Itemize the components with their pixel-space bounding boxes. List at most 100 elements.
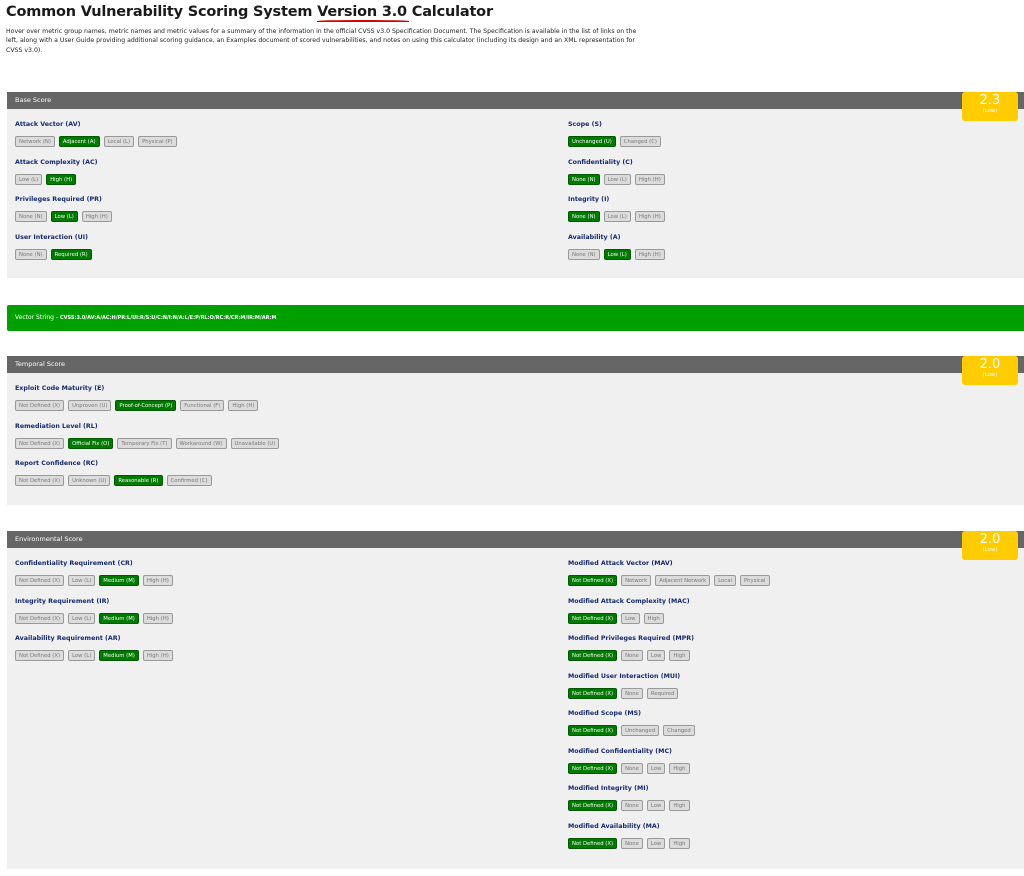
option-button-low[interactable]: Low (L) <box>68 650 96 661</box>
metric-label: Remediation Level (RL) <box>15 422 98 430</box>
option-button-none[interactable]: None <box>621 650 643 661</box>
option-button-unproven[interactable]: Unproven (U) <box>68 400 112 411</box>
option-button-low[interactable]: Low (L) <box>68 575 96 586</box>
option-button-low[interactable]: Low <box>646 837 666 849</box>
option-button-low[interactable]: Low <box>646 650 666 661</box>
option-button-unknown[interactable]: Unknown (U) <box>68 475 111 486</box>
metric-label: Report Confidence (RC) <box>15 460 99 467</box>
base-score-value: 2.3 <box>979 93 1001 108</box>
option-button-local[interactable]: Local <box>714 575 736 586</box>
option-button-high[interactable]: High <box>643 612 664 624</box>
option-button-official-fix[interactable]: Official Fix (O) <box>68 437 114 449</box>
metric-modified-scope: Modified Scope (MS) Not Defined (X) Unchan… <box>568 710 770 748</box>
option-button-none[interactable]: None (N) <box>15 248 47 260</box>
option-button-proof-of-concept[interactable]: Proof-of-Concept (P) <box>115 400 177 411</box>
metric-options: Not Defined (X) Low (L) Medium (M) High (H) <box>15 650 173 661</box>
option-button-low[interactable]: Low (L) <box>50 211 78 222</box>
option-button-high[interactable]: High (H) <box>634 211 665 222</box>
metric-label: Modified Privileges Required (MPR) <box>568 635 695 642</box>
option-button-required[interactable]: Required <box>646 687 679 699</box>
option-button-not-defined[interactable]: Not Defined (X) <box>15 437 65 449</box>
option-button-high[interactable]: High (H) <box>142 612 173 624</box>
environmental-score-header[interactable]: Environmental Score <box>7 531 1024 548</box>
option-button-temporary-fix[interactable]: Temporary Fix (T) <box>117 437 172 449</box>
option-button-workaround[interactable]: Workaround (W) <box>175 437 227 449</box>
option-button-not-defined[interactable]: Not Defined (X) <box>568 687 618 699</box>
option-button-low[interactable]: Low (L) <box>68 612 96 624</box>
temporal-score-section: Temporal Score 2.0 (Low) Exploit Code Ma… <box>7 356 1024 505</box>
option-button-confirmed[interactable]: Confirmed (C) <box>166 475 212 486</box>
option-button-changed[interactable]: Changed <box>663 725 695 736</box>
option-button-network[interactable]: Network (N) <box>15 136 55 147</box>
option-button-high[interactable]: High <box>669 837 690 849</box>
option-button-none[interactable]: None <box>621 762 643 774</box>
option-button-adjacent-network[interactable]: Adjacent Network <box>655 575 711 586</box>
option-button-high[interactable]: High <box>669 800 690 811</box>
option-button-high[interactable]: High (H) <box>228 400 259 411</box>
metric-label: Confidentiality (C) <box>568 158 633 166</box>
option-button-not-defined[interactable]: Not Defined (X) <box>568 575 618 586</box>
option-button-high[interactable]: High <box>669 650 690 661</box>
option-button-functional[interactable]: Functional (F) <box>180 400 225 411</box>
temporal-score-value: 2.0 <box>979 357 1001 372</box>
metric-user-interaction: User Interaction (UI) None (N) Required (R… <box>15 234 177 272</box>
metric-availability-requirement: Availability Requirement (AR) Not Defined… <box>15 635 173 673</box>
metric-label: Integrity (I) <box>568 196 610 203</box>
metric-modified-attack-vector: Modified Attack Vector (MAV) Not Defined … <box>568 560 770 598</box>
option-button-not-defined[interactable]: Not Defined (X) <box>568 725 618 736</box>
option-button-low[interactable]: Low (L) <box>603 248 631 260</box>
option-button-low[interactable]: Low (L) <box>603 211 631 222</box>
option-button-low[interactable]: Low <box>646 800 666 811</box>
option-button-medium[interactable]: Medium (M) <box>99 612 139 624</box>
option-button-changed[interactable]: Changed (C) <box>619 136 661 147</box>
option-button-unchanged[interactable]: Unchanged <box>621 725 660 736</box>
vector-string-value[interactable]: CVSS:3.0/AV:A/AC:H/PR:L/UI:R/S:U/C:N/I:N… <box>60 315 277 321</box>
option-button-high[interactable]: High (H) <box>142 650 173 661</box>
option-button-not-defined[interactable]: Not Defined (X) <box>15 612 65 624</box>
option-button-low[interactable]: Low (L) <box>603 173 631 185</box>
option-button-none[interactable]: None <box>621 800 643 811</box>
option-button-unchanged[interactable]: Unchanged (U) <box>568 136 616 147</box>
option-button-high[interactable]: High (H) <box>634 173 665 185</box>
option-button-not-defined[interactable]: Not Defined (X) <box>568 650 618 661</box>
temporal-score-header[interactable]: Temporal Score <box>7 356 1024 373</box>
option-button-local[interactable]: Local (L) <box>103 136 135 147</box>
option-button-none[interactable]: None (N) <box>568 248 600 260</box>
option-button-network[interactable]: Network <box>621 575 652 586</box>
option-button-not-defined[interactable]: Not Defined (X) <box>568 837 618 849</box>
option-button-none[interactable]: None (N) <box>568 211 600 222</box>
option-button-reasonable[interactable]: Reasonable (R) <box>114 475 163 486</box>
option-button-high[interactable]: High (H) <box>46 173 77 185</box>
option-button-none[interactable]: None <box>621 687 643 699</box>
option-button-physical[interactable]: Physical (P) <box>138 136 177 147</box>
option-button-medium[interactable]: Medium (M) <box>99 650 139 661</box>
option-button-not-defined[interactable]: Not Defined (X) <box>568 612 618 624</box>
base-score-header[interactable]: Base Score <box>7 92 1024 109</box>
option-button-high[interactable]: High <box>669 762 690 774</box>
option-button-not-defined[interactable]: Not Defined (X) <box>15 475 65 486</box>
option-button-low[interactable]: Low (L) <box>15 173 43 185</box>
metric-label: Availability Requirement (AR) <box>15 635 121 642</box>
option-button-high[interactable]: High (H) <box>142 575 173 586</box>
base-score-badge: 2.3 (Low) <box>962 92 1018 121</box>
option-button-none[interactable]: None <box>621 837 643 849</box>
option-button-medium[interactable]: Medium (M) <box>99 575 139 586</box>
option-button-not-defined[interactable]: Not Defined (X) <box>15 400 65 411</box>
environmental-score-badge: 2.0 (Low) <box>962 531 1018 560</box>
option-button-not-defined[interactable]: Not Defined (X) <box>568 762 618 774</box>
metric-options: None (N) Low (L) High (H) <box>15 211 177 222</box>
option-button-required[interactable]: Required (R) <box>50 248 92 260</box>
option-button-not-defined[interactable]: Not Defined (X) <box>15 575 65 586</box>
option-button-adjacent[interactable]: Adjacent (A) <box>58 136 100 147</box>
option-button-high[interactable]: High (H) <box>634 248 665 260</box>
option-button-high[interactable]: High (H) <box>81 211 112 222</box>
option-button-none[interactable]: None (N) <box>568 173 600 185</box>
option-button-low[interactable]: Low <box>621 612 640 624</box>
option-button-low[interactable]: Low <box>646 762 666 774</box>
option-button-not-defined[interactable]: Not Defined (X) <box>568 800 618 811</box>
option-button-unavailable[interactable]: Unavailable (U) <box>230 437 280 449</box>
option-button-none[interactable]: None (N) <box>15 211 47 222</box>
option-button-physical[interactable]: Physical <box>739 575 770 586</box>
option-button-not-defined[interactable]: Not Defined (X) <box>15 650 65 661</box>
metric-options: Not Defined (X) Unchanged Changed <box>568 725 770 736</box>
